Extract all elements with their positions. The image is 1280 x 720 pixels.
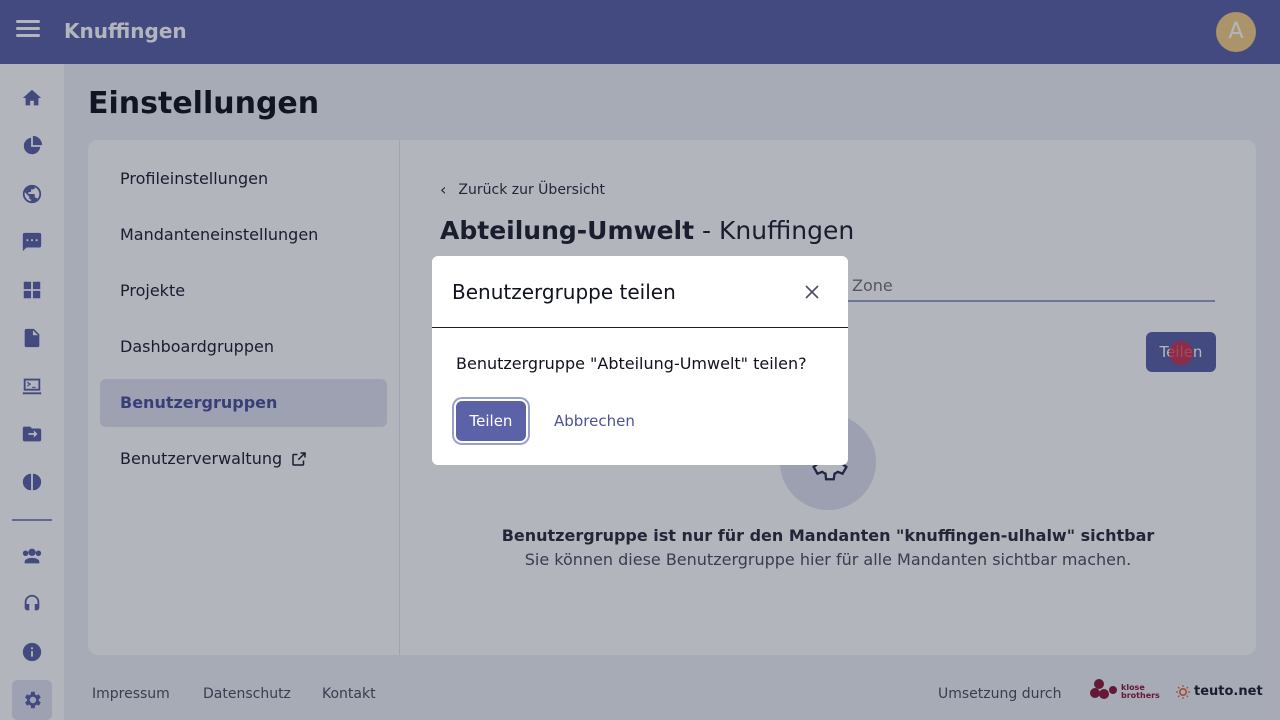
cancel-button[interactable]: Abbrechen — [544, 401, 645, 441]
dialog-message: Benutzergruppe "Abteilung-Umwelt" teilen… — [456, 354, 807, 373]
share-dialog: Benutzergruppe teilen Benutzergruppe "Ab… — [432, 256, 848, 465]
confirm-share-button[interactable]: Teilen — [456, 401, 526, 441]
dialog-header: Benutzergruppe teilen — [432, 256, 848, 328]
dialog-title: Benutzergruppe teilen — [452, 280, 676, 304]
close-icon[interactable] — [802, 282, 822, 302]
